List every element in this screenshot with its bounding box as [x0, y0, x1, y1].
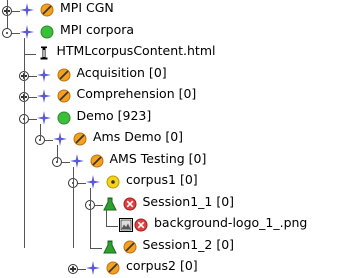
corpus-star-icon: [53, 132, 67, 146]
status-restricted-icon: [106, 261, 120, 275]
corpus-tree: MPI CGN MPI corpora HTMLcorpusContent.html…: [0, 0, 364, 275]
tree-node-label[interactable]: corpus2 [0]: [126, 258, 198, 273]
corpus-star-icon: [36, 110, 51, 125]
session-flask-icon: [102, 240, 117, 253]
tree-node-label[interactable]: Session1_1 [0]: [143, 194, 235, 209]
corpus-star-icon: [36, 67, 51, 82]
tree-connector: [28, 75, 37, 77]
tree-connector: [12, 32, 20, 34]
tree-node-label[interactable]: Comprehension [0]: [77, 86, 197, 101]
status-restricted-icon: [90, 154, 103, 167]
tree-node-label[interactable]: AMS Testing [0]: [110, 151, 207, 166]
status-restricted-icon: [123, 240, 136, 253]
tree-guide-line: [106, 209, 107, 226]
corpus-star-icon: [20, 3, 34, 17]
corpus-star-icon: [86, 261, 100, 275]
status-restricted-icon: [73, 132, 87, 146]
tree-connector: [28, 97, 37, 98]
tree-connector: [45, 140, 53, 141]
tree-node-label[interactable]: Demo [923]: [77, 108, 152, 123]
tree-guide-line: [40, 123, 41, 140]
tree-node-label[interactable]: Acquisition [0]: [77, 65, 167, 80]
corpus-star-icon: [69, 153, 84, 168]
tree-node-label[interactable]: MPI corpora: [60, 22, 134, 37]
tree-node-label[interactable]: MPI CGN: [60, 0, 114, 15]
tree-connector: [78, 183, 86, 184]
corpus-star-icon: [86, 175, 100, 189]
status-restricted-icon: [57, 89, 70, 103]
tree-connector: [28, 118, 37, 120]
tree-node-label[interactable]: HTMLcorpusContent.html: [57, 43, 216, 58]
tree-node-label[interactable]: Ams Demo [0]: [93, 129, 183, 144]
tree-node[interactable]: [0, 108, 364, 128]
status-green-icon: [57, 111, 70, 124]
collapse-toggle-icon[interactable]: [2, 27, 12, 38]
tree-guide-line: [56, 145, 58, 162]
corpus-star-icon: [20, 24, 34, 39]
tree-connector: [94, 204, 103, 206]
tree-node[interactable]: [0, 22, 364, 42]
tree-connector: [23, 54, 36, 55]
tree-root-line: [7, 0, 8, 28]
status-error-icon: [134, 218, 148, 232]
tree-connector: [78, 269, 86, 270]
corpus-star-icon: [36, 89, 51, 103]
status-restricted-icon: [57, 68, 70, 81]
status-error-icon: [123, 197, 136, 210]
tree-connector: [106, 226, 118, 227]
session-flask-icon: [102, 197, 117, 210]
tree-node-label[interactable]: background-logo_1_.png: [154, 215, 307, 230]
expand-toggle-icon[interactable]: [68, 264, 78, 274]
tree-connector: [12, 11, 20, 12]
tree-guide-line: [73, 166, 74, 248]
status-green-icon: [40, 25, 54, 38]
tree-node[interactable]: [0, 65, 364, 85]
tree-guide-line: [89, 188, 91, 248]
tree-node[interactable]: [0, 0, 364, 20]
info-icon: [40, 46, 47, 60]
status-restricted-icon: [40, 3, 54, 17]
tree-guide-line: [23, 37, 25, 248]
tree-node-label[interactable]: corpus1 [0]: [126, 172, 198, 187]
tree-node-label[interactable]: Session1_2 [0]: [143, 237, 235, 252]
image-file-icon: [119, 218, 133, 232]
status-dot-icon: [106, 175, 120, 189]
tree-connector: [61, 161, 70, 163]
